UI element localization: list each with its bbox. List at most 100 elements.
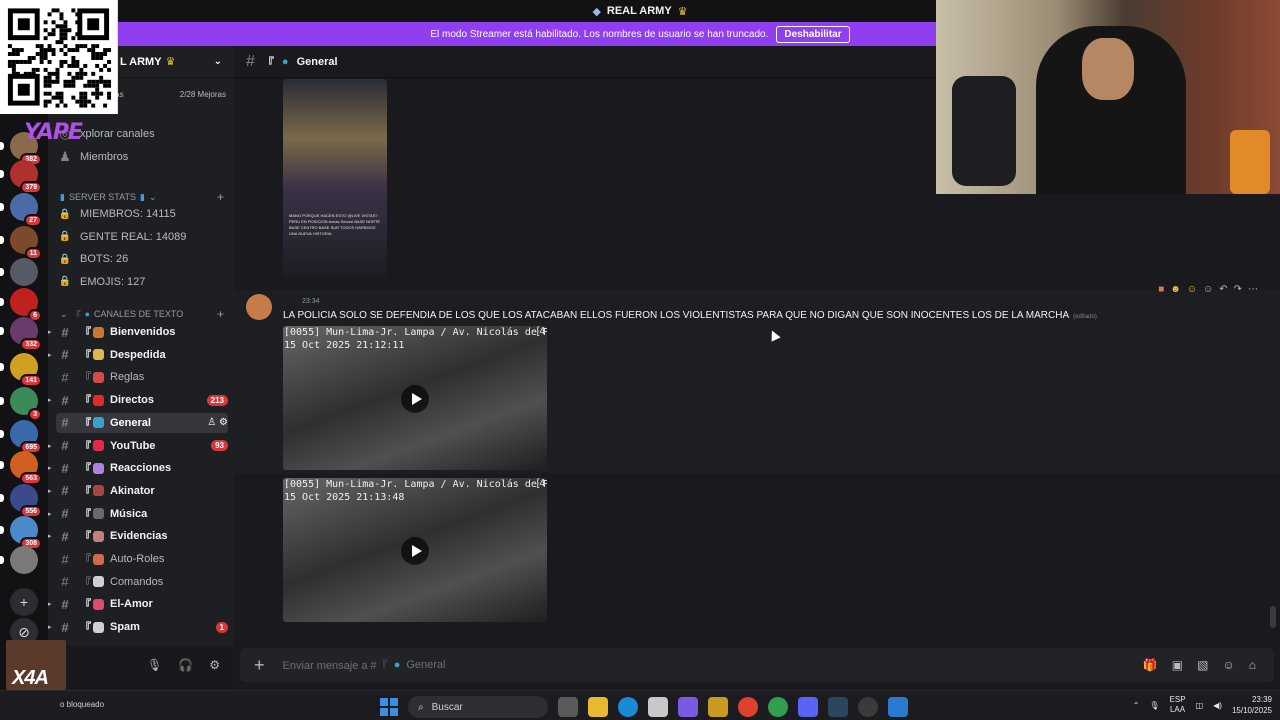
server-icon[interactable]: 27 (10, 193, 42, 227)
unread-pill (0, 430, 4, 438)
channel-evidencias[interactable]: # 『 Evidencias (56, 526, 228, 546)
winamp-icon[interactable] (708, 697, 728, 717)
server-icon[interactable]: 308 (10, 516, 42, 550)
store-icon[interactable] (648, 697, 668, 717)
add-attachment-icon[interactable]: + (254, 655, 265, 676)
gift-icon[interactable]: 🎁 (1143, 658, 1158, 672)
forward-icon[interactable]: ↷ (1234, 284, 1242, 295)
stat-channel[interactable]: 🔒 BOTS: 26 (56, 249, 228, 269)
cctv-video-attachment[interactable]: [0055] Mun-Lima-Jr. Lampa / Av. Nicolás … (283, 326, 547, 470)
server-icon[interactable] (10, 258, 38, 286)
disable-streamer-button[interactable]: Deshabilitar (776, 25, 850, 43)
cctv-video-attachment[interactable]: [0055] Mun-Lima-Jr. Lampa / Av. Nicolás … (283, 478, 547, 622)
server-icon[interactable]: 11 (10, 226, 42, 260)
apps-icon[interactable]: ⌂ (1249, 658, 1256, 672)
channel-label: YouTube (110, 439, 156, 452)
channel-reacciones[interactable]: # 『 Reacciones (56, 458, 228, 478)
channel-title: General (296, 55, 338, 68)
microphone-icon[interactable]: 🎙 (147, 658, 162, 672)
steam-icon[interactable] (828, 697, 848, 717)
mic-tray-icon[interactable]: 🎙 (1149, 701, 1159, 710)
channel-general[interactable]: # 『 General ♙ ⚙ (56, 412, 228, 433)
server-icon[interactable]: 379 (10, 160, 42, 194)
reply-icon[interactable]: ↶ (1219, 284, 1227, 295)
lock-icon: 🔒 (58, 231, 72, 242)
bracket-icon: 『 (80, 554, 91, 566)
scrollbar[interactable] (1270, 606, 1276, 628)
network-icon[interactable]: ◫ (1196, 701, 1204, 710)
boost-progress[interactable]: oras 2/28 Mejoras (108, 90, 226, 99)
channel-spam[interactable]: # 『 Spam 1 (56, 617, 228, 637)
channel-bienvenidos[interactable]: # 『 Bienvenidos (56, 322, 228, 342)
add-channel-icon[interactable]: + (217, 190, 224, 204)
laugh-emoji-icon[interactable]: ☻ (1170, 284, 1181, 295)
channel-label: Reacciones (110, 462, 172, 475)
server-icon[interactable]: 332 (10, 317, 42, 351)
channel-música[interactable]: # 『 Música (56, 504, 228, 524)
edge-icon[interactable] (618, 697, 638, 717)
channel-settings-icon[interactable]: ♙ ⚙ (207, 417, 228, 428)
taskbar-search[interactable]: ⌕ Buscar (408, 696, 548, 718)
play-icon[interactable] (401, 537, 429, 565)
headphones-icon[interactable]: 🎧 (178, 658, 193, 672)
language-indicator[interactable]: ESP LAA (1170, 695, 1186, 715)
unread-count-badge: 1 (215, 621, 228, 633)
hash-icon: # (61, 369, 69, 385)
unread-arrow-icon: ▸ (48, 601, 52, 609)
members-link[interactable]: ♟ Miembros (56, 147, 228, 167)
sticker-icon[interactable]: ▧ (1197, 658, 1208, 672)
server-icon[interactable]: 6 (10, 288, 42, 322)
channel-reglas[interactable]: # 『 Reglas (56, 367, 228, 387)
channel-emoji-icon (93, 508, 104, 520)
stat-channel[interactable]: 🔒 MIEMBROS: 14115 (56, 204, 228, 224)
play-icon[interactable] (401, 385, 429, 413)
volume-icon[interactable]: ◀) (1213, 701, 1222, 710)
server-icon[interactable]: 3 (10, 387, 42, 421)
discord-icon[interactable] (798, 697, 818, 717)
add-channel-icon[interactable]: + (217, 307, 224, 321)
copilot-icon[interactable] (678, 697, 698, 717)
file-explorer-icon[interactable] (588, 697, 608, 717)
avatar[interactable] (246, 294, 272, 320)
add-server-icon[interactable]: + (10, 588, 38, 616)
unread-pill (0, 494, 4, 502)
category-server-stats[interactable]: ▮ SERVER STATS ▮ ⌄ + (60, 190, 224, 204)
channel-akinator[interactable]: # 『 Akinator (56, 481, 228, 501)
mention-badge: 141 (20, 374, 42, 387)
channel-comandos[interactable]: # 『 Comandos (56, 572, 228, 592)
category-text-channels[interactable]: ⌄ 『 ● CANALES DE TEXTO + (60, 307, 224, 321)
grin-emoji-icon[interactable]: ☺ (1187, 284, 1197, 295)
emoji-icon[interactable]: ☺ (1222, 658, 1234, 672)
reaction-emoji-icon[interactable]: ■ (1158, 284, 1164, 295)
windows-start-icon[interactable] (380, 698, 398, 716)
category-label: CANALES DE TEXTO (94, 309, 184, 319)
server-icon[interactable]: 141 (10, 353, 42, 387)
chrome-profile-icon[interactable] (768, 697, 788, 717)
stat-channel[interactable]: 🔒 EMOJIS: 127 (56, 272, 228, 292)
add-reaction-icon[interactable]: ☺ (1203, 284, 1213, 295)
server-icon[interactable]: 563 (10, 451, 42, 485)
channel-youtube[interactable]: # 『 YouTube 93 (56, 436, 228, 456)
server-icon[interactable]: 556 (10, 484, 42, 518)
message-composer[interactable]: + Enviar mensaje a #『 ● General 🎁 ▣ ▧ ☺ … (240, 648, 1274, 682)
settings-icon[interactable]: ⚙ (209, 658, 220, 672)
obs-icon[interactable] (858, 697, 878, 717)
more-icon[interactable]: ⋯ (1248, 284, 1258, 295)
channel-despedida[interactable]: # 『 Despedida (56, 345, 228, 365)
stat-channel[interactable]: 🔒 GENTE REAL: 14089 (56, 227, 228, 247)
clock[interactable]: 23:39 15/10/2025 (1232, 694, 1272, 716)
channel-directos[interactable]: # 『 Directos 213 (56, 390, 228, 410)
chrome-icon[interactable] (738, 697, 758, 717)
video-attachment[interactable]: MANO PORQUE HACEN ESTO @LIVE VISTAS? PER… (283, 79, 387, 277)
server-icon[interactable] (10, 546, 38, 574)
chevron-up-icon[interactable]: ⌃ (1133, 701, 1140, 710)
task-view-icon[interactable] (558, 697, 578, 717)
cctv-caption: [0055] Mun-Lima-Jr. Lampa / Av. Nicolás … (284, 479, 547, 503)
channel-el-amor[interactable]: # 『 El-Amor (56, 594, 228, 614)
channel-auto-roles[interactable]: # 『 Auto-Roles (56, 549, 228, 569)
gif-icon[interactable]: ▣ (1172, 658, 1183, 672)
message-timestamp: 23:34 (302, 298, 320, 305)
explore-label: xplorar canales (80, 128, 155, 140)
server-icon[interactable]: 695 (10, 420, 42, 454)
app-icon[interactable] (888, 697, 908, 717)
